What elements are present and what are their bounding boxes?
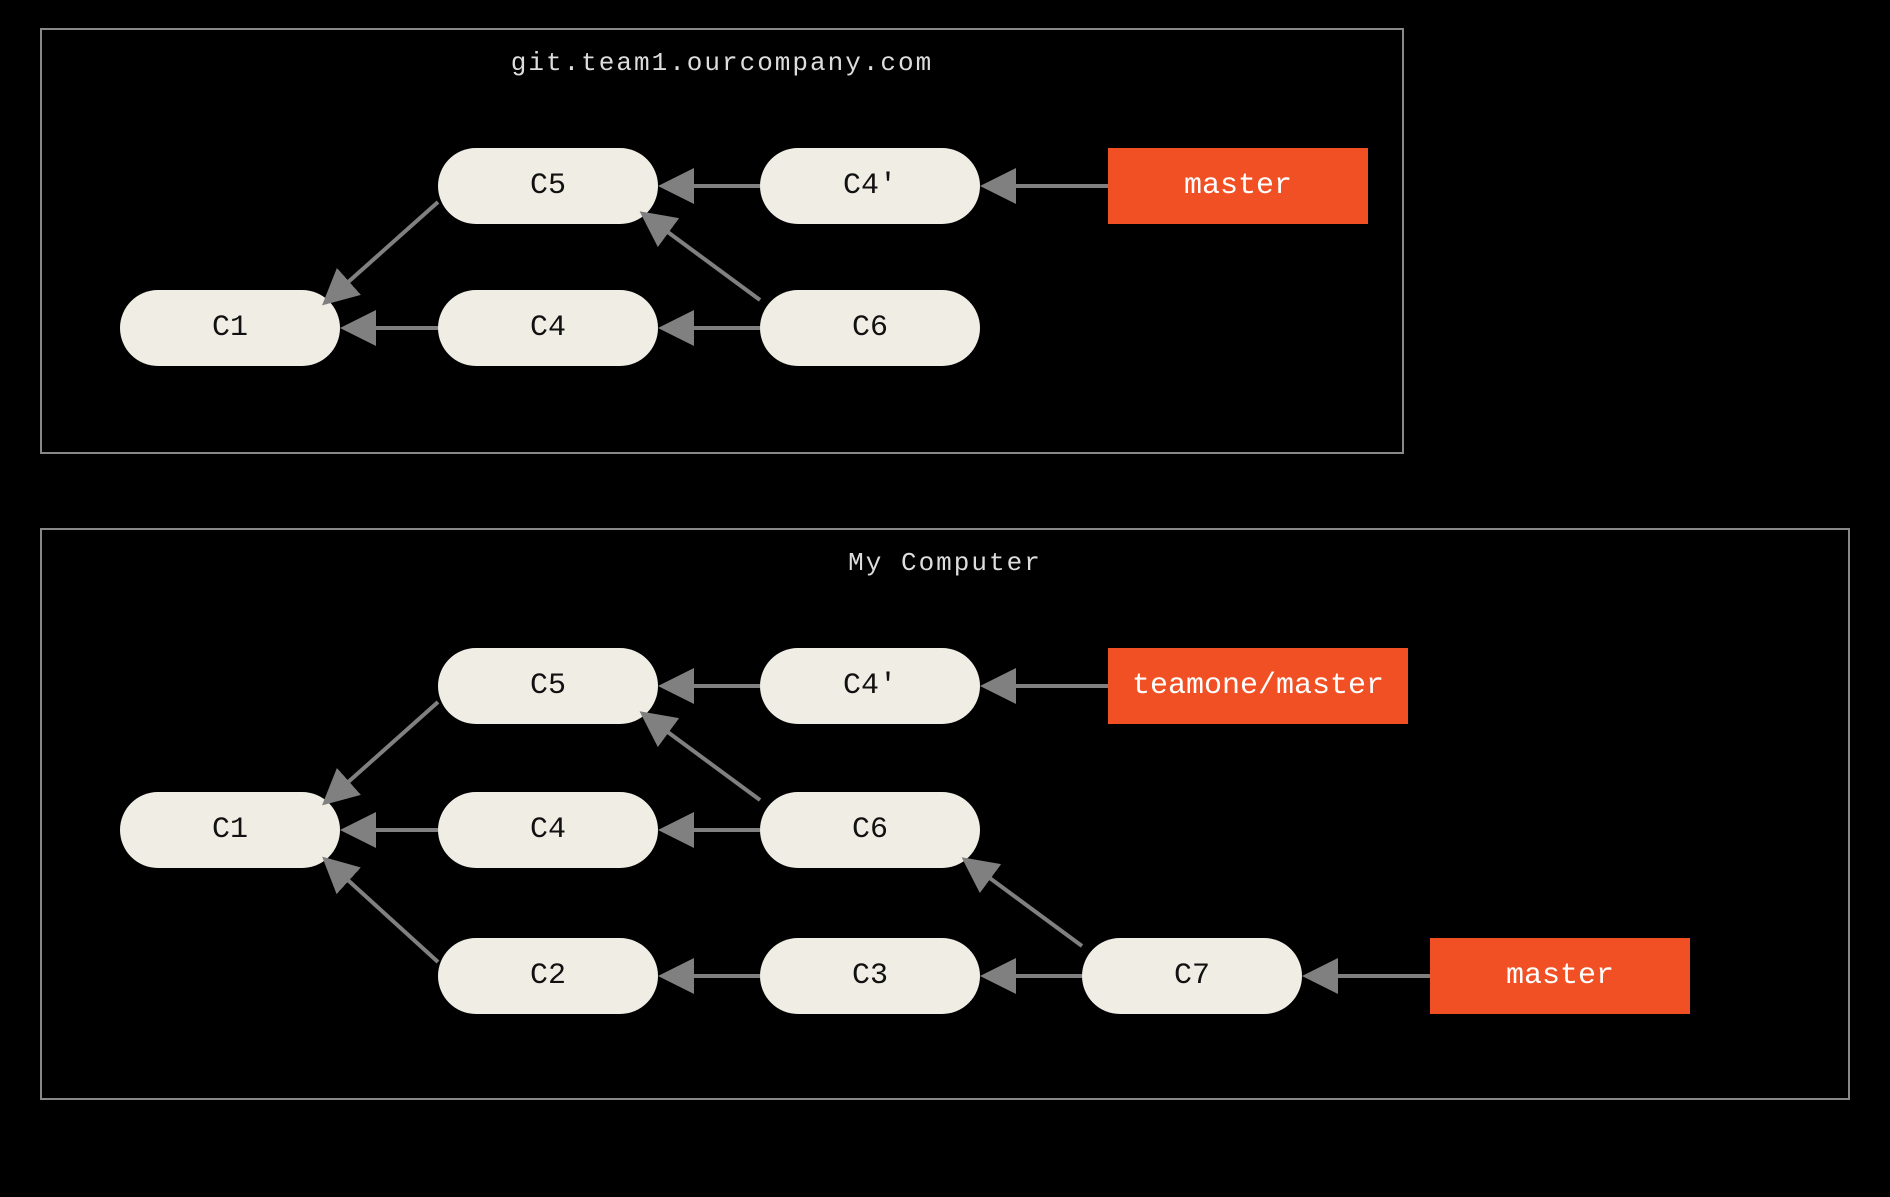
commit-remote-c6: C6 xyxy=(760,290,980,366)
panel-local-title: My Computer xyxy=(42,548,1848,578)
branch-local-master: master xyxy=(1430,938,1690,1014)
commit-local-c7: C7 xyxy=(1082,938,1302,1014)
commit-local-c1: C1 xyxy=(120,792,340,868)
commit-remote-c1: C1 xyxy=(120,290,340,366)
commit-remote-c4p: C4' xyxy=(760,148,980,224)
commit-remote-c5: C5 xyxy=(438,148,658,224)
commit-local-c5: C5 xyxy=(438,648,658,724)
panel-remote: git.team1.ourcompany.com xyxy=(40,28,1404,454)
diagram-stage: git.team1.ourcompany.com C1 C5 C4' C4 C6… xyxy=(0,0,1890,1197)
commit-local-c2: C2 xyxy=(438,938,658,1014)
commit-local-c6: C6 xyxy=(760,792,980,868)
commit-local-c4p: C4' xyxy=(760,648,980,724)
panel-remote-title: git.team1.ourcompany.com xyxy=(42,48,1402,78)
commit-local-c3: C3 xyxy=(760,938,980,1014)
branch-remote-master: master xyxy=(1108,148,1368,224)
branch-teamone-master: teamone/master xyxy=(1108,648,1408,724)
commit-local-c4: C4 xyxy=(438,792,658,868)
commit-remote-c4: C4 xyxy=(438,290,658,366)
